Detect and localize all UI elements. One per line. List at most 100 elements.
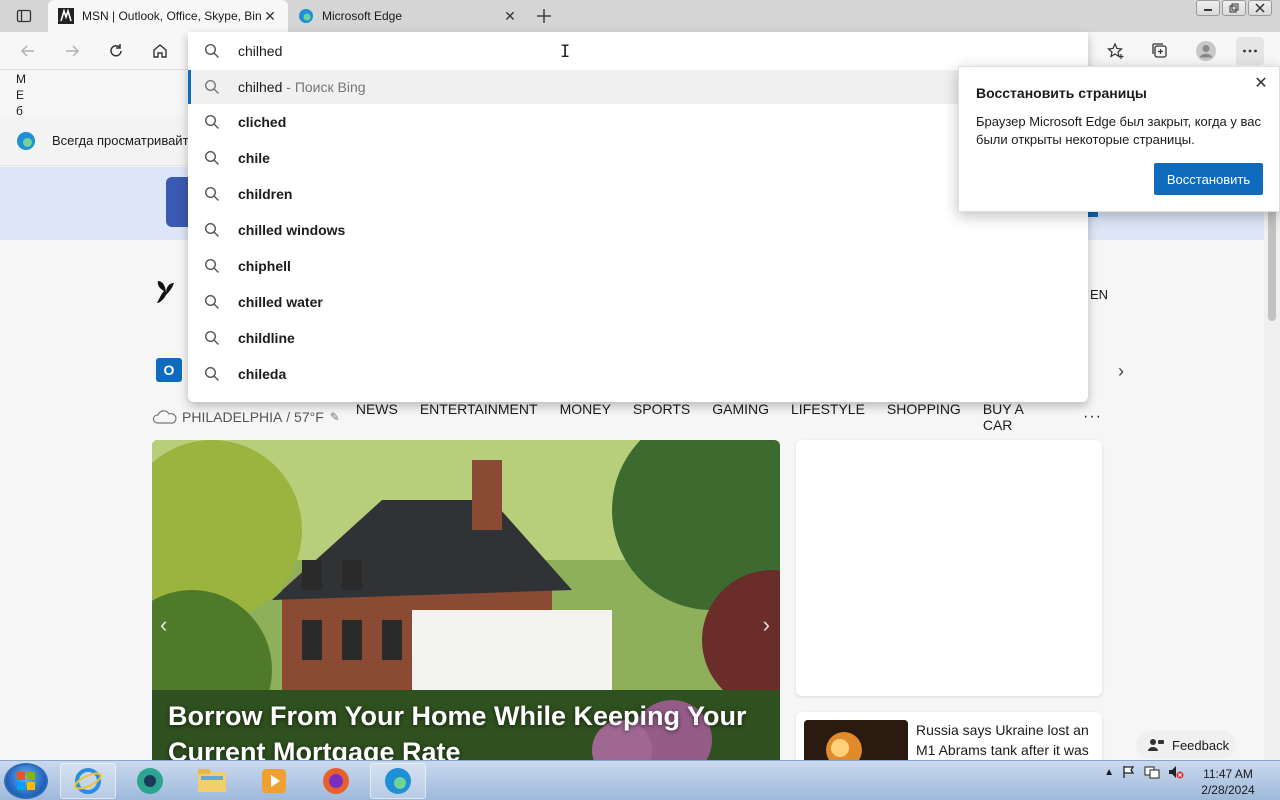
nav-link-sports[interactable]: SPORTS (633, 401, 690, 433)
suggestion-list: cliched chile children chilled windows chiph… (188, 104, 1088, 392)
home-button[interactable] (146, 37, 174, 65)
forward-arrow-icon (66, 45, 80, 57)
restore-button[interactable] (1222, 0, 1246, 16)
suggestion-text: chilhed - Поиск Bing (238, 79, 366, 95)
carousel-prev-icon[interactable]: ‹ (160, 612, 167, 638)
suggestion-item[interactable]: chilled water (188, 284, 1088, 320)
close-window-button[interactable] (1248, 0, 1272, 16)
weather-widget[interactable]: PHILADELPHIA / 57°F ✎ (152, 409, 340, 425)
nav-link-entertainment[interactable]: ENTERTAINMENT (420, 401, 538, 433)
more-dots-icon[interactable]: ··· (1083, 408, 1102, 426)
msn-logo[interactable] (154, 279, 178, 311)
settings-more-button[interactable] (1236, 37, 1264, 65)
suggestion-item[interactable]: childline (188, 320, 1088, 356)
suggestion-item[interactable]: cliched (188, 104, 1088, 140)
edge-favicon-icon (299, 9, 313, 23)
ad-card[interactable] (796, 440, 1102, 696)
taskbar-edge[interactable] (370, 763, 426, 799)
suggestion-item[interactable]: chilled windows (188, 212, 1088, 248)
refresh-icon (110, 44, 122, 57)
search-icon (204, 43, 219, 58)
restore-button[interactable]: Восстановить (1154, 163, 1263, 195)
tab-actions-button[interactable] (0, 0, 48, 32)
firefox-icon (323, 768, 349, 794)
new-tab-button[interactable] (532, 4, 556, 28)
taskbar-internet-explorer[interactable] (60, 763, 116, 799)
msn-favicon-icon (58, 8, 74, 24)
suggestion-bing-search[interactable]: chilhed - Поиск Bing (188, 70, 1088, 104)
clock-date: 2/28/2024 (1201, 783, 1255, 797)
suggestion-text: chile (238, 150, 270, 166)
side-letter: М (16, 72, 26, 86)
search-icon (204, 79, 219, 94)
suggestion-item[interactable]: chiphell (188, 248, 1088, 284)
topic-navbar: PHILADELPHIA / 57°F ✎ NEWS ENTERTAINMENT M… (152, 401, 1102, 433)
edit-pencil-icon[interactable]: ✎ (330, 410, 340, 424)
home-icon (153, 44, 167, 58)
explosion-image (804, 720, 908, 760)
suggestion-source: - Поиск Bing (282, 79, 366, 95)
start-button[interactable] (4, 763, 48, 799)
feedback-button[interactable]: Feedback (1136, 731, 1236, 759)
suggestion-text: cliched (238, 114, 287, 130)
taskbar-firefox[interactable] (308, 763, 364, 799)
nav-link-news[interactable]: NEWS (356, 401, 398, 433)
volume-muted-icon[interactable] (1168, 765, 1184, 779)
favorites-button[interactable] (1102, 37, 1130, 65)
search-icon (204, 186, 219, 201)
forward-button[interactable] (58, 37, 86, 65)
nav-link-lifestyle[interactable]: LIFESTYLE (791, 401, 865, 433)
taskbar-media-app[interactable] (122, 763, 178, 799)
nav-link-shopping[interactable]: SHOPPING (887, 401, 961, 433)
folder-icon (198, 769, 226, 792)
window-controls (1196, 0, 1272, 16)
address-bar-dropdown: chilhed I chilhed - Поиск Bing cliched ch… (188, 32, 1088, 402)
outlook-icon[interactable]: O (156, 358, 182, 382)
collections-icon (1152, 43, 1167, 58)
language-selector[interactable]: EN (1090, 287, 1108, 302)
msn-butterfly-icon (157, 281, 174, 303)
nav-link-buy-a-car[interactable]: BUY A CAR (983, 401, 1049, 433)
network-icon[interactable] (1144, 765, 1160, 779)
profile-button[interactable] (1192, 37, 1220, 65)
tab-close-icon[interactable]: ✕ (502, 8, 518, 24)
nav-link-gaming[interactable]: GAMING (712, 401, 769, 433)
flag-icon[interactable] (1122, 765, 1136, 779)
avatar-icon (1196, 41, 1216, 61)
suggestion-item[interactable]: children (188, 176, 1088, 212)
refresh-button[interactable] (102, 37, 130, 65)
suggestion-item[interactable]: chile (188, 140, 1088, 176)
nav-links: NEWS ENTERTAINMENT MONEY SPORTS GAMING LIFEST… (356, 401, 1071, 433)
news-card[interactable]: Russia says Ukraine lost an M1 Abrams ta… (796, 712, 1102, 760)
minimize-button[interactable] (1196, 0, 1220, 16)
restore-pages-popup: ✕ Восстановить страницы Браузер Microsof… (958, 66, 1280, 212)
back-button[interactable] (14, 37, 42, 65)
suggestion-item[interactable]: chileda (188, 356, 1088, 392)
media-player-icon (262, 769, 286, 793)
back-arrow-icon (20, 45, 34, 57)
tab-title: MSN | Outlook, Office, Skype, Bing (82, 9, 262, 23)
suggestion-text: childline (238, 330, 295, 346)
taskbar-file-explorer[interactable] (184, 763, 240, 799)
close-icon[interactable]: ✕ (1251, 73, 1271, 93)
popup-title: Восстановить страницы (976, 85, 1147, 101)
tab-strip: MSN | Outlook, Office, Skype, Bing ✕ Mic… (0, 0, 1280, 32)
taskbar-media-player[interactable] (246, 763, 302, 799)
system-clock[interactable]: 11:47 AM 2/28/2024 (1198, 766, 1258, 798)
search-icon (204, 150, 219, 165)
suggestion-text: chilled water (238, 294, 323, 310)
tab-close-icon[interactable]: ✕ (262, 8, 278, 24)
show-hidden-icons-icon[interactable]: ▲ (1104, 767, 1114, 778)
tab-actions-icon (16, 9, 32, 23)
address-input[interactable]: chilhed (188, 32, 1088, 70)
tab-edge[interactable]: Microsoft Edge ✕ (288, 0, 528, 32)
nav-link-money[interactable]: MONEY (560, 401, 611, 433)
tab-msn[interactable]: MSN | Outlook, Office, Skype, Bing ✕ (48, 0, 288, 32)
more-dots-icon (1243, 49, 1257, 53)
hero-card[interactable]: ‹ › Borrow From Your Home While Keeping … (152, 440, 780, 760)
carousel-next-icon[interactable]: › (763, 612, 770, 638)
chevron-right-icon[interactable]: › (1118, 361, 1124, 382)
feedback-icon (1148, 739, 1164, 751)
collections-button[interactable] (1146, 37, 1174, 65)
hero-headline[interactable]: Borrow From Your Home While Keeping Your… (168, 698, 750, 760)
